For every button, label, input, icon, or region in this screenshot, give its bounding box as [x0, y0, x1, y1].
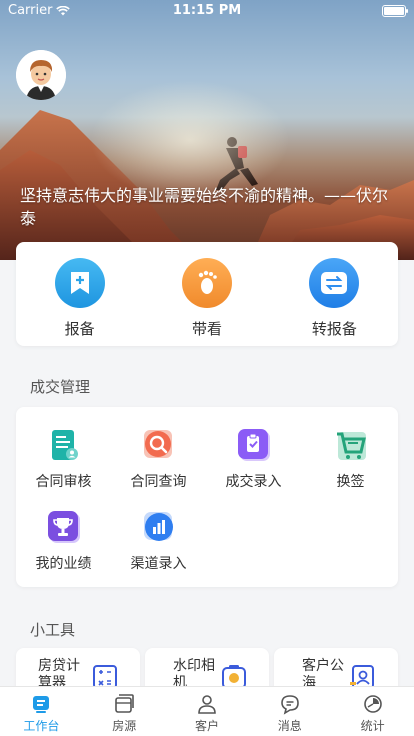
battery-icon: [382, 5, 408, 17]
tab-messages-label: 消息: [277, 719, 302, 733]
chat-icon: [280, 695, 299, 715]
report-icon-circle: [54, 258, 105, 308]
bookmark-plus-icon: [70, 272, 89, 294]
person-icon: [198, 695, 216, 714]
footprint-icon: [198, 270, 217, 294]
quick-actions-card: 报备 带看 转报备: [16, 242, 398, 346]
tab-statistics-label: 统计: [360, 719, 385, 733]
hero-banner: Carrier 11:15 PM 坚持意志伟大的事业需要始终不渝的精神。——伏尔…: [0, 0, 414, 260]
contract-review-icon: [46, 427, 82, 463]
channel-entry-label: 渠道录入: [130, 556, 187, 572]
cart-sign-icon: [333, 427, 369, 463]
user-avatar[interactable]: [16, 50, 66, 100]
report-button[interactable]: 报备: [16, 242, 143, 346]
contract-search-label: 合同查询: [130, 474, 187, 490]
bottom-tab-bar: 工作台 房源 客户 消息 统计: [0, 686, 414, 736]
tab-customers[interactable]: 客户: [166, 687, 249, 736]
contract-search-icon: [141, 427, 177, 463]
pie-chart-icon: [363, 695, 382, 713]
transfer-report-label: 转报备: [311, 320, 357, 338]
showing-button[interactable]: 带看: [143, 242, 270, 346]
swap-arrows-icon: [321, 272, 348, 294]
tab-workbench-label: 工作台: [23, 719, 60, 733]
showing-label: 带看: [191, 320, 222, 338]
deal-entry-button[interactable]: 成交录入: [206, 427, 301, 491]
cartoon-avatar-icon: [16, 50, 66, 100]
tab-statistics[interactable]: 统计: [331, 687, 414, 736]
contract-review-button[interactable]: 合同审核: [16, 427, 111, 491]
deal-entry-icon: [236, 427, 272, 463]
resign-button[interactable]: 换签: [303, 427, 398, 491]
tab-houses[interactable]: 房源: [83, 687, 166, 736]
motto-quote: 坚持意志伟大的事业需要始终不渝的精神。——伏尔泰: [20, 186, 389, 228]
tab-workbench[interactable]: 工作台: [0, 687, 83, 736]
my-performance-label: 我的业绩: [35, 556, 92, 572]
status-time: 11:15 PM: [172, 3, 242, 18]
status-bar: Carrier 11:15 PM: [0, 0, 414, 22]
resign-label: 换签: [336, 474, 365, 490]
channel-entry-button[interactable]: 渠道录入: [111, 509, 206, 573]
trophy-icon: [46, 509, 82, 545]
sky-glow: [90, 80, 290, 200]
contract-search-button[interactable]: 合同查询: [111, 427, 206, 491]
contract-review-label: 合同审核: [35, 474, 92, 490]
deal-section-title: 成交管理: [30, 378, 91, 396]
workbench-icon: [33, 696, 50, 713]
tab-customers-label: 客户: [194, 719, 219, 733]
transfer-report-button[interactable]: 转报备: [271, 242, 398, 346]
house-icon: [115, 694, 134, 713]
deal-entry-label: 成交录入: [225, 474, 282, 490]
my-performance-button[interactable]: 我的业绩: [16, 509, 111, 573]
report-label: 报备: [64, 320, 95, 338]
chart-entry-icon: [141, 509, 177, 545]
tools-section-title: 小工具: [30, 621, 76, 639]
transfer-icon-circle: [309, 258, 360, 308]
tab-messages[interactable]: 消息: [248, 687, 331, 736]
tab-houses-label: 房源: [112, 719, 137, 733]
deal-management-card: 合同审核 合同查询 成交录入 换签 我的业绩 渠道录入: [16, 407, 398, 587]
showing-icon-circle: [181, 258, 232, 308]
